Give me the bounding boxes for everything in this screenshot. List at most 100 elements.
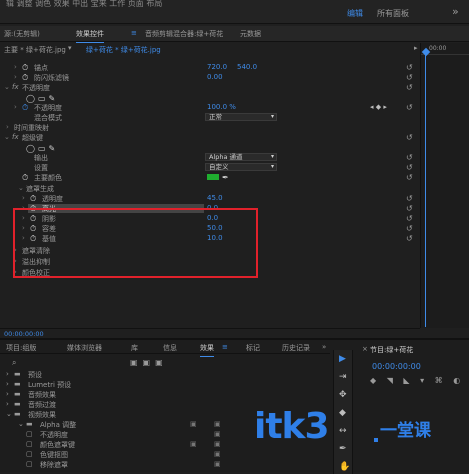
selection-tool-icon[interactable]: ▶ xyxy=(339,354,346,364)
tab-libraries[interactable]: 库 xyxy=(131,343,138,353)
tab-markers[interactable]: 标记 xyxy=(246,343,260,353)
close-icon[interactable]: × xyxy=(362,345,368,353)
collapse-arrow-icon[interactable]: ▸ xyxy=(414,44,418,52)
reset-icon[interactable]: ↺ xyxy=(406,103,413,112)
tab-audio-mixer[interactable]: 音频剪辑混合器:绿+荷花 xyxy=(145,29,223,39)
bottom-tab-bar: 项目:组版 媒体浏览器 库 信息 效果 ≡ 标记 历史记录 » xyxy=(0,340,330,357)
expand-arrow-icon[interactable]: › xyxy=(14,63,17,71)
effect-icon: ▢ xyxy=(26,460,33,468)
folder-icon: ▬ xyxy=(14,380,21,388)
property-label: 输出 xyxy=(34,154,48,162)
effect-timeline[interactable]: 00:00 xyxy=(420,43,469,328)
reset-icon[interactable]: ↺ xyxy=(406,63,413,72)
row-setting: 设置 自定义 ↺ xyxy=(0,163,420,172)
key-color-swatch[interactable] xyxy=(207,174,219,180)
property-label: 混合模式 xyxy=(34,114,62,122)
filter-toggle-icon[interactable]: ▣▣▣ xyxy=(130,358,168,367)
tab-source[interactable]: 源:(无剪辑) xyxy=(4,29,40,39)
accelerated-badge-icon: ▣ xyxy=(190,420,197,428)
stopwatch-icon[interactable]: ⏱ xyxy=(22,73,28,83)
more-tabs-icon[interactable]: » xyxy=(322,343,326,351)
stopwatch-icon[interactable]: ⏱ xyxy=(22,173,28,183)
panel-tabs: 源:(无剪辑) 效果控件 ≡ 音频剪辑混合器:绿+荷花 元数据 xyxy=(0,26,469,43)
folder-icon: ▬ xyxy=(14,410,21,418)
effect-properties: › ⏱ 锚点 720.0 540.0 ↺ › ⏱ 防闪烁滤镜 0.00 ↺ ⌄ … xyxy=(0,56,420,326)
output-select[interactable]: Alpha 通道 xyxy=(205,153,277,161)
transparency-value[interactable]: 45.0 xyxy=(207,194,223,202)
row-anchor: › ⏱ 锚点 720.0 540.0 ↺ xyxy=(0,63,420,72)
setting-select[interactable]: 自定义 xyxy=(205,163,277,171)
row-output: 输出 Alpha 通道 ↺ xyxy=(0,153,420,162)
tab-project[interactable]: 项目:组版 xyxy=(6,343,36,353)
reset-icon[interactable]: ↺ xyxy=(406,133,413,142)
anchor-y-value[interactable]: 540.0 xyxy=(237,63,257,71)
watermark-cn-text: 一堂课 xyxy=(380,421,431,441)
reset-icon[interactable]: ↺ xyxy=(406,234,413,243)
folder-icon: ▬ xyxy=(14,400,21,408)
sequence-clip-label[interactable]: 绿+荷花 * 绿+荷花.jpg xyxy=(86,45,161,55)
tab-effect-controls[interactable]: 效果控件 xyxy=(76,29,104,43)
program-title[interactable]: 节目:绿+荷花 xyxy=(370,345,413,355)
tab-media-browser[interactable]: 媒体浏览器 xyxy=(67,343,102,353)
tab-menu-icon[interactable]: ≡ xyxy=(131,29,137,37)
32bit-badge-icon: ▣ xyxy=(214,430,221,438)
stopwatch-icon[interactable]: ⏱ xyxy=(22,103,28,113)
reset-icon[interactable]: ↺ xyxy=(406,163,413,172)
anchor-x-value[interactable]: 720.0 xyxy=(207,63,227,71)
effect-name: 不透明度 xyxy=(22,84,50,92)
workspace-edit[interactable]: 编辑 xyxy=(347,8,363,19)
reset-icon[interactable]: ↺ xyxy=(406,173,413,182)
tab-menu-icon[interactable]: ≡ xyxy=(222,343,228,351)
effect-icon: ▢ xyxy=(26,430,33,438)
expand-arrow-icon[interactable]: › xyxy=(6,123,9,131)
expand-arrow-icon[interactable]: › xyxy=(14,103,17,111)
mask-shape-tools-icon[interactable]: ◯▭✎ xyxy=(26,94,58,103)
eyedropper-icon[interactable]: ✒ xyxy=(222,173,229,182)
tree-item[interactable]: › ▬ Lumetri 预设 xyxy=(0,380,330,390)
opacity-value[interactable]: 100.0 % xyxy=(207,103,236,111)
reset-icon[interactable]: ↺ xyxy=(406,73,413,82)
blend-mode-select[interactable]: 正常 xyxy=(205,113,277,121)
hamburger-icon[interactable]: » xyxy=(452,5,459,18)
expand-arrow-icon[interactable]: ⌄ xyxy=(18,184,24,192)
current-timecode[interactable]: 00:00:00:00 xyxy=(4,330,44,338)
row-opacity-effect: ⌄ fx 不透明度 ↺ xyxy=(0,83,420,92)
anti-flicker-value[interactable]: 0.00 xyxy=(207,73,223,81)
watermark-dot xyxy=(374,438,378,442)
reset-icon[interactable]: ↺ xyxy=(406,194,413,203)
expand-arrow-icon[interactable]: ⌄ xyxy=(4,83,10,91)
expand-arrow-icon[interactable]: › xyxy=(14,73,17,81)
fx-badge[interactable]: fx xyxy=(12,133,19,141)
row-blend-mode: 混合模式 正常 xyxy=(0,113,420,122)
workspace-all-panels[interactable]: 所有面板 xyxy=(377,8,409,19)
expand-arrow-icon[interactable]: ⌄ xyxy=(4,133,10,141)
reset-icon[interactable]: ↺ xyxy=(406,214,413,223)
reset-icon[interactable]: ↺ xyxy=(406,153,413,162)
master-clip-label[interactable]: 主要 * 绿+荷花.jpg xyxy=(4,45,66,55)
reset-icon[interactable]: ↺ xyxy=(406,224,413,233)
fx-badge[interactable]: fx xyxy=(12,83,19,91)
chevron-down-icon[interactable]: ▾ xyxy=(68,44,72,52)
stopwatch-icon[interactable]: ⏱ xyxy=(30,194,36,204)
tab-info[interactable]: 信息 xyxy=(163,343,177,353)
workspace-tabs-cropped[interactable]: 辑 调整 调色 效果 中出 宝来 工作 页面 布局 xyxy=(6,0,162,9)
folder-icon: ▬ xyxy=(26,420,33,428)
tab-history[interactable]: 历史记录 xyxy=(282,343,310,353)
program-timecode[interactable]: 00:00:00:00 xyxy=(372,362,421,371)
row-matte-generation: ⌄ 遮罩生成 xyxy=(0,184,420,193)
tab-effects[interactable]: 效果 xyxy=(200,343,214,357)
reset-icon[interactable]: ↺ xyxy=(406,83,413,92)
keyframe-nav-icon[interactable]: ◂ ◆ ▸ xyxy=(370,103,387,111)
property-label: 不透明度 xyxy=(34,104,62,112)
accelerated-badge-icon: ▣ xyxy=(190,440,197,448)
32bit-badge-icon: ▣ xyxy=(214,420,221,428)
search-icon[interactable]: ⌕ xyxy=(12,358,16,368)
playback-controls-icon[interactable]: ◆ ◥ ◣ ▾ ⌘ ◐ xyxy=(370,376,464,385)
reset-icon[interactable]: ↺ xyxy=(406,204,413,213)
mask-shape-tools-icon[interactable]: ◯▭✎ xyxy=(26,144,58,153)
tree-item[interactable]: › ▬ 预设 xyxy=(0,370,330,380)
stopwatch-icon[interactable]: ⏱ xyxy=(22,63,28,73)
track-select-tool-icon[interactable]: ⇥ xyxy=(339,372,347,382)
expand-arrow-icon[interactable]: › xyxy=(22,194,25,202)
tab-metadata[interactable]: 元数据 xyxy=(240,29,261,39)
